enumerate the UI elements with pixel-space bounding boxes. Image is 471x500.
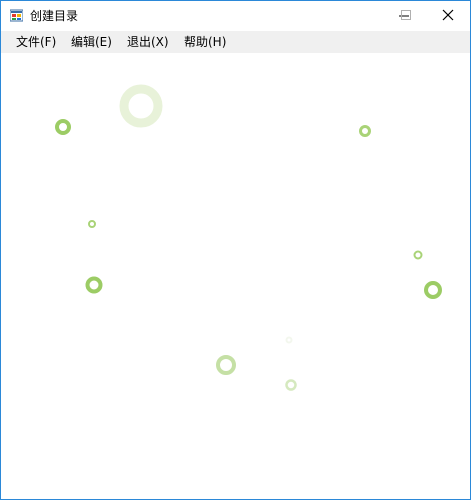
client-area xyxy=(1,53,470,499)
windows-forms-app-icon xyxy=(10,9,23,22)
bubble xyxy=(413,250,423,260)
bubble xyxy=(88,220,96,228)
bubble xyxy=(55,119,71,135)
bubble xyxy=(216,355,236,375)
menu-file[interactable]: 文件(F) xyxy=(16,35,56,50)
title-bar[interactable]: 创建目录 xyxy=(1,1,470,31)
main-window: 创建目录 文件(F) 编辑(E) 退出(X) 帮助(H) xyxy=(0,0,471,500)
bubble xyxy=(119,84,163,128)
menu-help[interactable]: 帮助(H) xyxy=(184,35,226,50)
close-button[interactable] xyxy=(424,1,470,31)
menu-exit[interactable]: 退出(X) xyxy=(127,35,169,50)
bubble-canvas xyxy=(55,84,442,391)
bubble xyxy=(285,379,297,391)
menu-edit[interactable]: 编辑(E) xyxy=(71,35,112,50)
close-icon xyxy=(442,9,454,21)
bubble xyxy=(85,276,103,294)
bubble xyxy=(359,125,371,137)
bubble xyxy=(424,281,442,299)
window-title: 创建目录 xyxy=(30,9,79,23)
maximize-icon xyxy=(401,10,411,20)
bubble xyxy=(285,336,293,344)
maximize-button[interactable] xyxy=(383,1,429,31)
menu-bar: 文件(F) 编辑(E) 退出(X) 帮助(H) xyxy=(1,31,470,53)
